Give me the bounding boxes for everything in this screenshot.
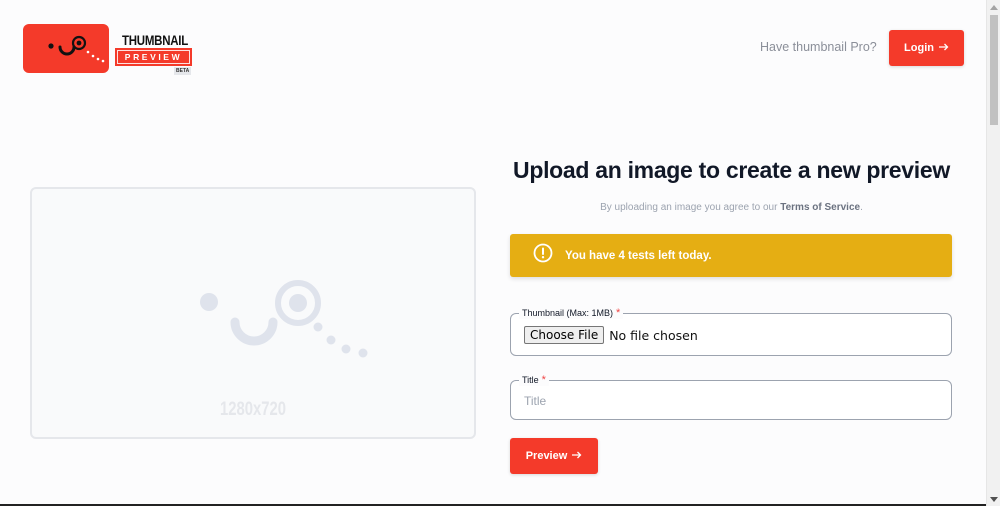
- alert-text: You have 4 tests left today.: [565, 249, 712, 262]
- tests-left-alert: You have 4 tests left today.: [510, 234, 952, 277]
- beta-badge: BETA: [174, 67, 192, 75]
- terms-suffix: .: [860, 202, 863, 213]
- required-marker: *: [541, 374, 546, 386]
- arrow-right-icon: [572, 450, 582, 462]
- placeholder-face-icon: [200, 280, 368, 358]
- arrow-right-icon: [938, 42, 949, 54]
- logo-face-icon: [23, 24, 109, 73]
- scroll-up-icon[interactable]: [987, 0, 1000, 14]
- title-input[interactable]: [524, 392, 934, 410]
- title-field: Title *: [510, 374, 952, 420]
- choose-file-button[interactable]: Choose File: [524, 326, 605, 344]
- scrollbar-thumb[interactable]: [990, 15, 998, 125]
- login-label: Login: [904, 42, 934, 54]
- logo-top-text: THUMBNAIL: [122, 32, 189, 48]
- page: THUMBNAIL PREVIEW BETA Have thumbnail Pr…: [0, 0, 986, 506]
- brand-logo[interactable]: THUMBNAIL PREVIEW BETA: [23, 24, 195, 78]
- file-status: No file chosen: [609, 327, 698, 343]
- file-input[interactable]: Choose File No file chosen: [524, 326, 698, 344]
- thumbnail-label: Thumbnail (Max: 1MB) *: [519, 307, 624, 319]
- preview-dimensions: 1280x720: [220, 399, 286, 420]
- pro-link[interactable]: Have thumbnail Pro?: [760, 40, 877, 54]
- page-scrollbar[interactable]: [986, 0, 1000, 506]
- thumbnail-field: Thumbnail (Max: 1MB) * Choose File No fil…: [510, 307, 952, 356]
- exclamation-circle-icon: [533, 243, 553, 268]
- preview-label: Preview: [525, 450, 568, 462]
- scroll-down-icon[interactable]: [987, 492, 1000, 506]
- terms-of-service-link[interactable]: Terms of Service: [780, 202, 860, 213]
- logo-ribbon-text: PREVIEW: [115, 48, 192, 66]
- page-title: Upload an image to create a new preview: [513, 157, 950, 183]
- required-marker: *: [616, 307, 621, 319]
- terms-notice: By uploading an image you agree to our T…: [511, 202, 952, 213]
- title-label: Title *: [519, 374, 549, 386]
- terms-prefix: By uploading an image you agree to our: [600, 202, 781, 213]
- preview-button[interactable]: Preview: [510, 438, 598, 474]
- thumbnail-preview-placeholder: 1280x720: [30, 187, 476, 439]
- login-button[interactable]: Login: [889, 30, 964, 66]
